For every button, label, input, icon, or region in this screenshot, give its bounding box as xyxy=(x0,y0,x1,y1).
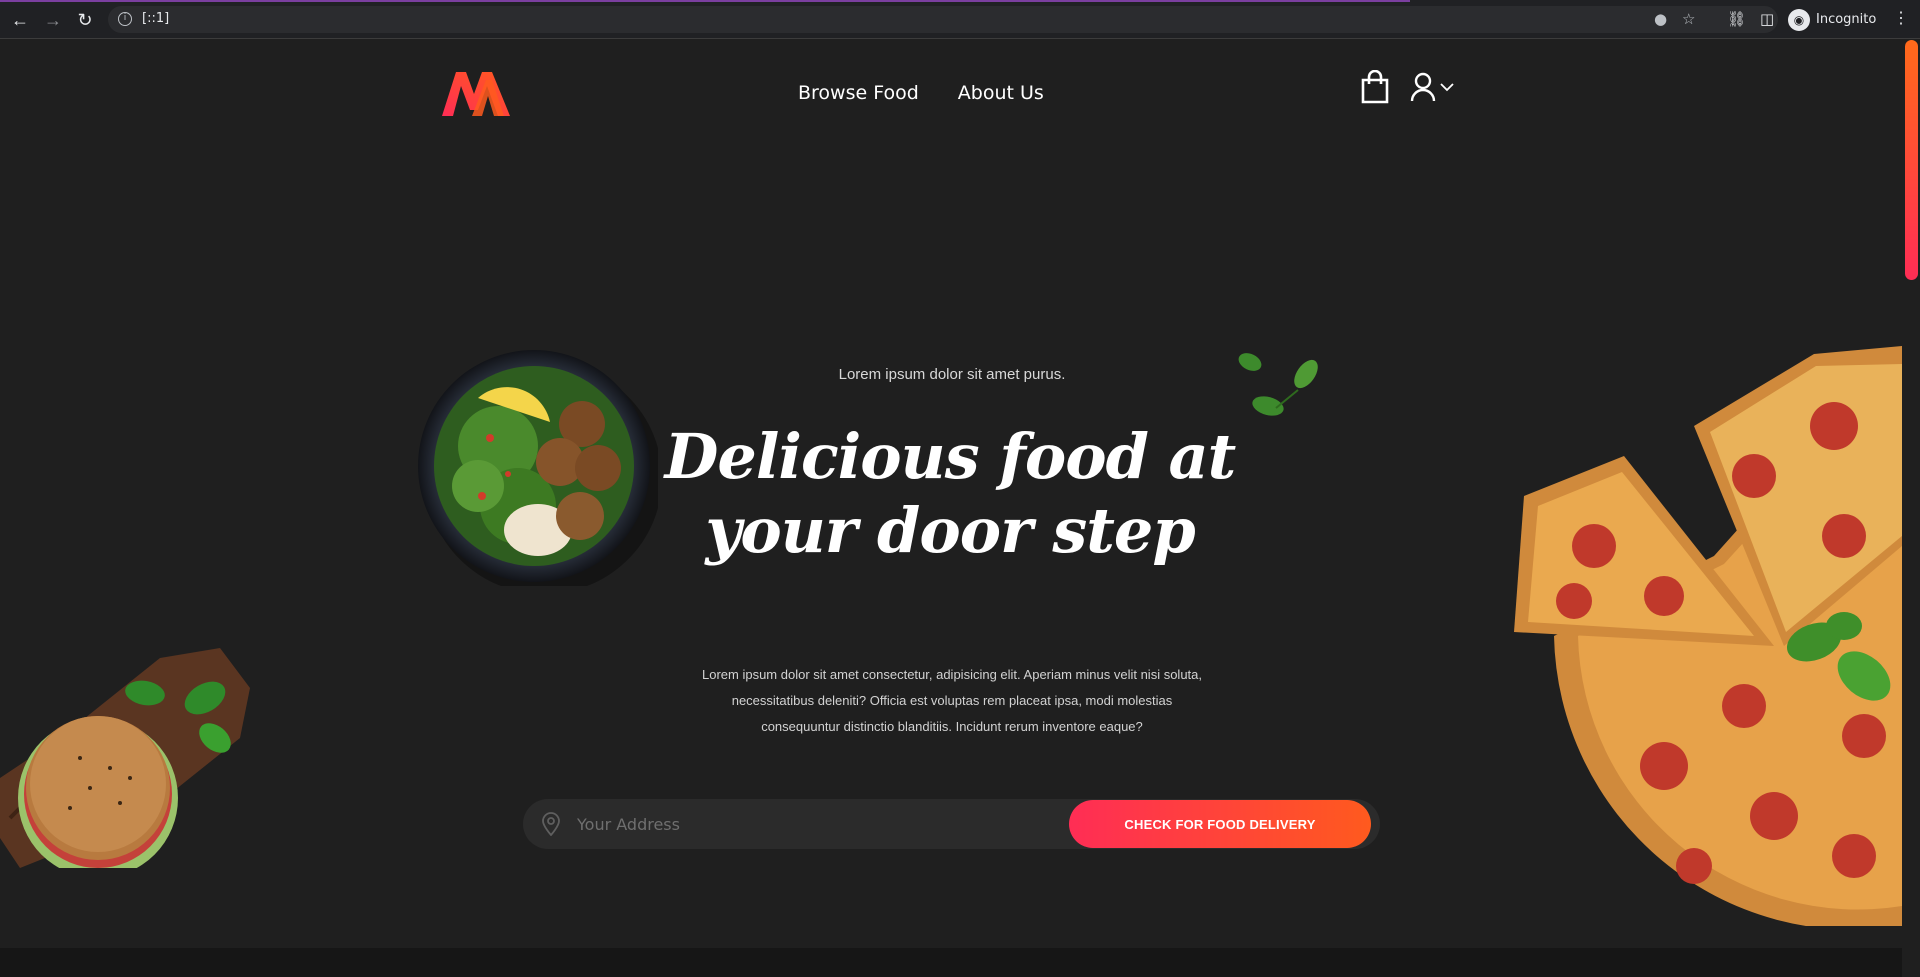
address-search-bar: CHECK FOR FOOD DELIVERY xyxy=(523,799,1380,849)
forward-icon[interactable]: → xyxy=(42,9,64,31)
tab-strip-accent xyxy=(0,0,1410,2)
browser-toolbar: ← → ↻ i [::1] ● ☆ ⛓ ◫ ◉ Incognito ⋮ xyxy=(0,0,1920,39)
brand-logo[interactable] xyxy=(442,70,510,116)
reload-icon[interactable]: ↻ xyxy=(74,9,96,31)
extensions-icon[interactable]: ⛓ xyxy=(1727,10,1746,28)
pizza-image xyxy=(1514,346,1902,926)
burger-board-image xyxy=(0,648,250,868)
nav-browse-food[interactable]: Browse Food xyxy=(798,82,919,104)
falafel-bowl-image xyxy=(418,350,658,586)
main-nav: Browse Food About Us xyxy=(798,82,1044,104)
side-panel-icon[interactable]: ◫ xyxy=(1760,10,1774,28)
location-icon[interactable]: ● xyxy=(1654,10,1667,28)
address-input[interactable] xyxy=(577,809,1037,839)
address-bar[interactable]: i [::1] ● ☆ xyxy=(108,6,1778,33)
hero-headline-line-1: Delicious food at xyxy=(664,420,1237,493)
hero-description: Lorem ipsum dolor sit amet consectetur, … xyxy=(702,667,1202,734)
user-menu[interactable] xyxy=(1410,70,1460,104)
incognito-icon: ◉ xyxy=(1788,8,1810,31)
user-icon xyxy=(1410,72,1436,102)
chevron-down-icon xyxy=(1440,83,1454,92)
nav-about-us[interactable]: About Us xyxy=(958,82,1044,104)
star-icon[interactable]: ☆ xyxy=(1682,10,1695,28)
next-section-edge xyxy=(0,948,1902,977)
hero-headline: Delicious food at your door step xyxy=(640,420,1260,568)
scrollbar-thumb[interactable] xyxy=(1905,40,1918,280)
check-delivery-button[interactable]: CHECK FOR FOOD DELIVERY xyxy=(1069,800,1371,848)
back-icon[interactable]: ← xyxy=(9,9,31,31)
menu-icon[interactable]: ⋮ xyxy=(1893,8,1909,28)
profile-label: Incognito xyxy=(1816,12,1877,27)
basil-leaves-image xyxy=(1238,353,1318,416)
hero-tagline: Lorem ipsum dolor sit amet purus. xyxy=(838,366,1066,383)
page-scrollbar[interactable] xyxy=(1902,40,1920,977)
shopping-bag-icon[interactable] xyxy=(1360,70,1390,104)
page: Browse Food About Us Lorem ipsum dolor s… xyxy=(0,40,1920,977)
location-pin-icon xyxy=(542,812,560,836)
url-text[interactable]: [::1] xyxy=(142,11,169,26)
hero-headline-line-2: your door step xyxy=(705,494,1195,567)
site-header: Browse Food About Us xyxy=(0,40,1902,150)
profile-button[interactable]: ◉ Incognito xyxy=(1788,7,1876,32)
info-icon[interactable]: i xyxy=(118,12,132,26)
